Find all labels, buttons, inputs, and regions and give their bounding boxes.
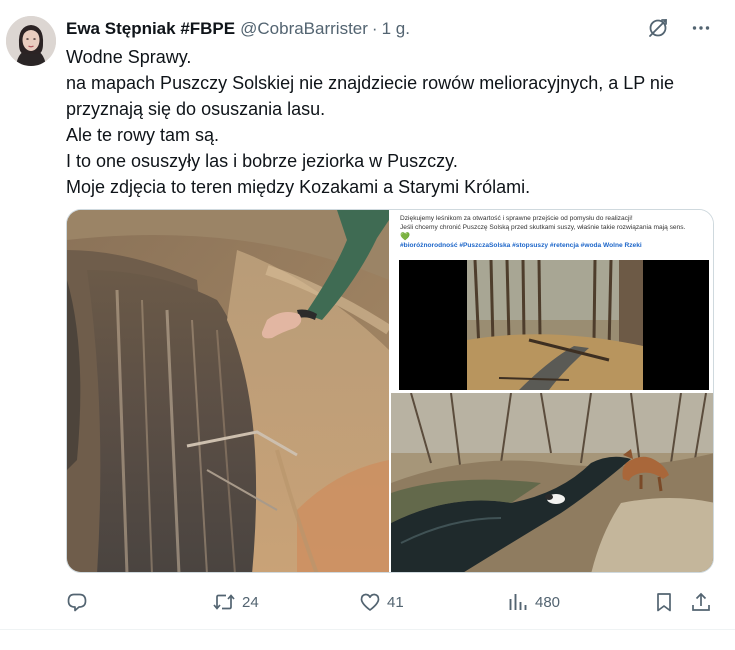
tweet-text: Wodne Sprawy. na mapach Puszczy Solskiej… <box>66 44 721 200</box>
tweet-text-line: Ale te rowy tam są. <box>66 125 220 145</box>
tweet-text-line: przyznają się do osuszania lasu. <box>66 99 326 119</box>
tweet-time[interactable]: 1 g. <box>382 19 410 39</box>
tweet-text-line: Moje zdjęcia to teren między Kozakami a … <box>66 177 531 197</box>
tweet-text-line: I to one osuszyły las i bobrze jeziorka … <box>66 151 458 171</box>
header-icons <box>647 17 711 39</box>
more-icon[interactable] <box>691 18 711 38</box>
tweet[interactable]: Ewa Stępniak #FBPE @CobraBarrister · 1 g… <box>0 0 735 630</box>
avatar[interactable] <box>6 16 56 66</box>
tweet-divider <box>0 629 735 630</box>
reply-icon <box>66 591 88 613</box>
green-heart-icon: 💚 <box>400 232 410 241</box>
like-icon <box>359 591 381 613</box>
separator-dot: · <box>371 19 378 38</box>
share-button[interactable] <box>690 590 712 614</box>
embedded-post-line: Jeśli chcemy chronić Puszczę Solską prze… <box>400 224 686 231</box>
tweet-actions: 24 41 480 <box>66 590 716 614</box>
author-name[interactable]: Ewa Stępniak #FBPE <box>66 19 235 39</box>
retweet-count: 24 <box>242 593 259 611</box>
views-count: 480 <box>535 593 561 611</box>
author-handle[interactable]: @CobraBarrister <box>240 19 368 39</box>
like-button[interactable]: 41 <box>359 590 404 614</box>
photo-stream-dogs[interactable] <box>391 393 713 572</box>
retweet-button[interactable]: 24 <box>212 590 259 614</box>
photo-ditch-hand[interactable] <box>67 210 389 572</box>
bookmark-button[interactable] <box>653 590 675 614</box>
embedded-video-frame <box>399 260 709 390</box>
views-icon <box>507 591 529 613</box>
photo-post-screenshot[interactable]: Dziękujemy leśnikom za otwartość i spraw… <box>391 210 713 391</box>
grok-icon[interactable] <box>647 17 669 39</box>
embedded-post-line: Dziękujemy leśnikom za otwartość i spraw… <box>400 215 633 222</box>
like-count: 41 <box>387 593 404 611</box>
embedded-post-text: Dziękujemy leśnikom za otwartość i spraw… <box>400 214 710 250</box>
retweet-icon <box>212 591 236 613</box>
media-grid: Dziękujemy leśnikom za otwartość i spraw… <box>66 209 714 573</box>
embedded-post-hashtags: #bioróżnorodność #PuszczaSolska #stopsus… <box>400 242 642 249</box>
tweet-text-line: na mapach Puszczy Solskiej nie znajdziec… <box>66 73 674 93</box>
tweet-header: Ewa Stępniak #FBPE @CobraBarrister · 1 g… <box>66 17 715 41</box>
tweet-text-line: Wodne Sprawy. <box>66 47 192 67</box>
share-icon <box>690 591 712 613</box>
views-button[interactable]: 480 <box>507 590 560 614</box>
reply-button[interactable] <box>66 590 94 614</box>
bookmark-icon <box>653 591 675 613</box>
